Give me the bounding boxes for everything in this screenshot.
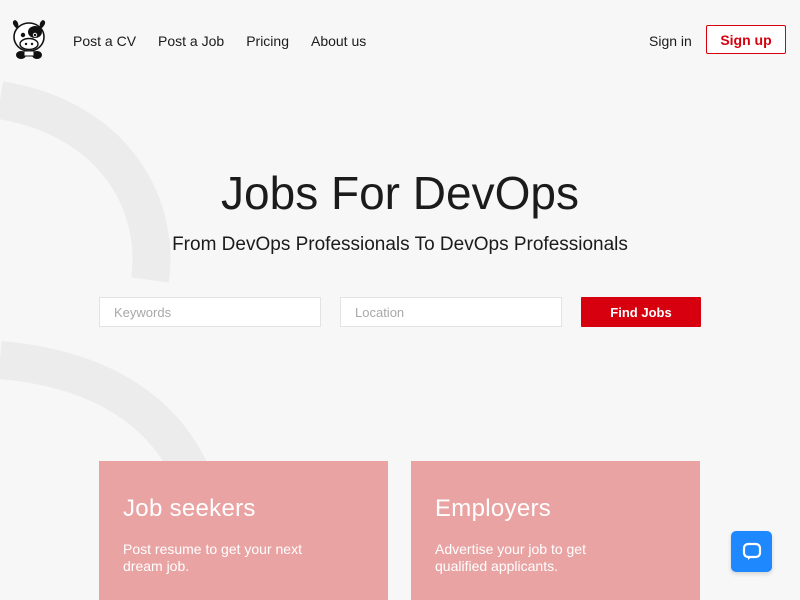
hero-title: Jobs For DevOps <box>221 167 579 219</box>
keywords-input[interactable] <box>99 297 321 327</box>
sign-in-link[interactable]: Sign in <box>649 32 692 50</box>
nav-post-job[interactable]: Post a Job <box>158 32 224 50</box>
card-description: Advertise your job to get qualified appl… <box>435 541 586 574</box>
card-title: Employers <box>435 495 552 522</box>
location-input[interactable] <box>340 297 562 327</box>
job-seekers-card[interactable]: Job seekers Post resume to get your next… <box>99 461 388 600</box>
cow-logo-icon[interactable] <box>10 18 48 60</box>
nav-pricing[interactable]: Pricing <box>246 32 289 50</box>
chat-bubble-icon <box>742 542 761 560</box>
hero-subtitle: From DevOps Professionals To DevOps Prof… <box>172 234 628 255</box>
find-jobs-button[interactable]: Find Jobs <box>581 297 701 327</box>
nav-post-cv[interactable]: Post a CV <box>73 32 136 50</box>
card-description: Post resume to get your next dream job. <box>123 541 302 574</box>
nav-about-us[interactable]: About us <box>311 32 366 50</box>
site-header: Post a CV Post a Job Pricing About us Si… <box>0 0 800 80</box>
chat-button[interactable] <box>731 531 772 572</box>
main-nav: Post a CV Post a Job Pricing About us <box>73 32 388 50</box>
card-title: Job seekers <box>123 495 256 522</box>
employers-card[interactable]: Employers Advertise your job to get qual… <box>411 461 700 600</box>
sign-up-button[interactable]: Sign up <box>706 25 786 54</box>
